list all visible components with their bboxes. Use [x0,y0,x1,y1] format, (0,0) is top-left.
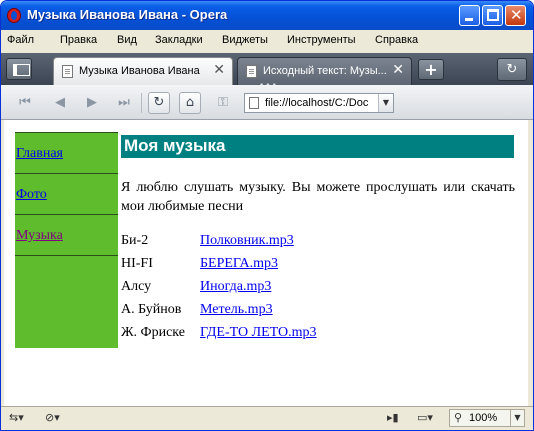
security-info-icon[interactable]: ⚿ [212,92,234,114]
sidebar-divider [15,255,118,256]
sidebar-item-home[interactable]: Главная [15,132,118,173]
maximize-icon [487,9,499,21]
new-tab-button[interactable]: + [418,59,444,80]
track-download-link[interactable]: Иногда.mp3 [200,279,271,295]
close-icon: ✕ [510,6,523,24]
sidebar-item-music[interactable]: Музыка [15,214,118,255]
menu-view[interactable]: Вид [117,34,137,46]
image-display-icon[interactable]: ▭▾ [417,411,433,424]
close-tab-icon[interactable]: ✕ [213,62,225,78]
chevron-down-icon[interactable]: ▼ [378,94,393,112]
closed-tabs-trash-button[interactable]: ↻ [497,58,527,81]
toolbar-separator [141,93,142,113]
tab-music-page[interactable]: Музыка Иванова Ивана ✕ [53,57,233,85]
menu-file[interactable]: Файл [7,34,34,46]
reload-icon[interactable]: ↻ [148,92,170,114]
browser-window: Музыка Иванова Ивана - Opera ✕ Файл Прав… [0,0,534,431]
menu-bookmarks[interactable]: Закладки [155,34,203,46]
menu-edit[interactable]: Правка [60,34,97,46]
opera-logo-icon [7,8,21,23]
menu-help[interactable]: Справка [375,34,418,46]
track-download-link[interactable]: Метель.mp3 [200,302,273,318]
maximize-button[interactable] [482,5,503,26]
close-tab-icon[interactable]: ✕ [392,62,404,78]
back-icon[interactable]: ◀ [49,92,71,114]
sidebar-link-label[interactable]: Главная [16,146,63,162]
site-sidebar: Главная Фото Музыка [15,132,118,348]
page-icon [246,65,257,78]
sidebar-link-label[interactable]: Музыка [16,228,63,244]
address-url[interactable]: file://localhost/C:/Doc [265,97,368,109]
menu-bar: Файл Правка Вид Закладки Виджеты Инструм… [1,30,533,52]
track-download-link[interactable]: ГДЕ-ТО ЛЕТО.mp3 [200,325,317,341]
magnifier-icon: ⚲ [454,411,463,424]
page-viewport: Главная Фото Музыка Моя музыка Я люблю с… [4,120,528,406]
track-artist: HI-FI [121,256,153,271]
menu-tools[interactable]: Инструменты [287,34,356,46]
close-button[interactable]: ✕ [505,5,526,26]
panel-toggle-button[interactable] [6,58,32,80]
page-icon [249,97,259,109]
page-icon [62,65,73,78]
page-heading: Моя музыка [121,135,514,158]
minimize-icon [465,18,473,21]
track-artist: Алсу [121,279,152,294]
page-view-icon[interactable]: ▸▮ [387,411,399,424]
track-download-link[interactable]: Полковник.mp3 [200,233,294,249]
fast-forward-icon[interactable]: ⏭ [113,92,135,114]
address-field[interactable]: file://localhost/C:/Doc ▼ [244,93,394,113]
turbo-icon[interactable]: ⊘▾ [45,411,60,424]
navigation-toolbar: ⏮ ◀ ▶ ⏭ ↻ ⌂ ⚿ file://localhost/C:/Doc ▼ [1,85,533,120]
tab-label: Исходный текст: Музы... [263,65,387,77]
chevron-down-icon[interactable]: ▼ [510,410,524,426]
intro-text: Я люблю слушать музыку. Вы можете прослу… [121,180,515,214]
forward-icon[interactable]: ▶ [81,92,103,114]
sidebar-link-label[interactable]: Фото [16,187,47,203]
menu-widgets[interactable]: Виджеты [222,34,268,46]
home-icon[interactable]: ⌂ [179,92,201,114]
rewind-icon[interactable]: ⏮ [14,92,36,114]
zoom-control[interactable]: ⚲ 100% ▼ [449,409,525,427]
track-download-link[interactable]: БЕРЕГА.mp3 [200,256,278,272]
page-title: Моя музыка [124,136,226,155]
tab-label: Музыка Иванова Ивана [79,65,200,77]
track-artist: Ж. Фриске [121,325,185,340]
track-artist: А. Буйнов [121,302,182,317]
title-bar: Музыка Иванова Ивана - Opera ✕ [1,1,533,30]
minimize-button[interactable] [459,5,480,26]
sidebar-item-photo[interactable]: Фото [15,173,118,214]
zoom-level: 100% [469,412,498,424]
status-bar: ⇆▾ ⊘▾ ▸▮ ▭▾ ⚲ 100% ▼ [1,406,533,430]
window-title: Музыка Иванова Ивана - Opera [27,7,228,22]
sync-icon[interactable]: ⇆▾ [9,411,24,424]
track-artist: Би-2 [121,233,149,248]
